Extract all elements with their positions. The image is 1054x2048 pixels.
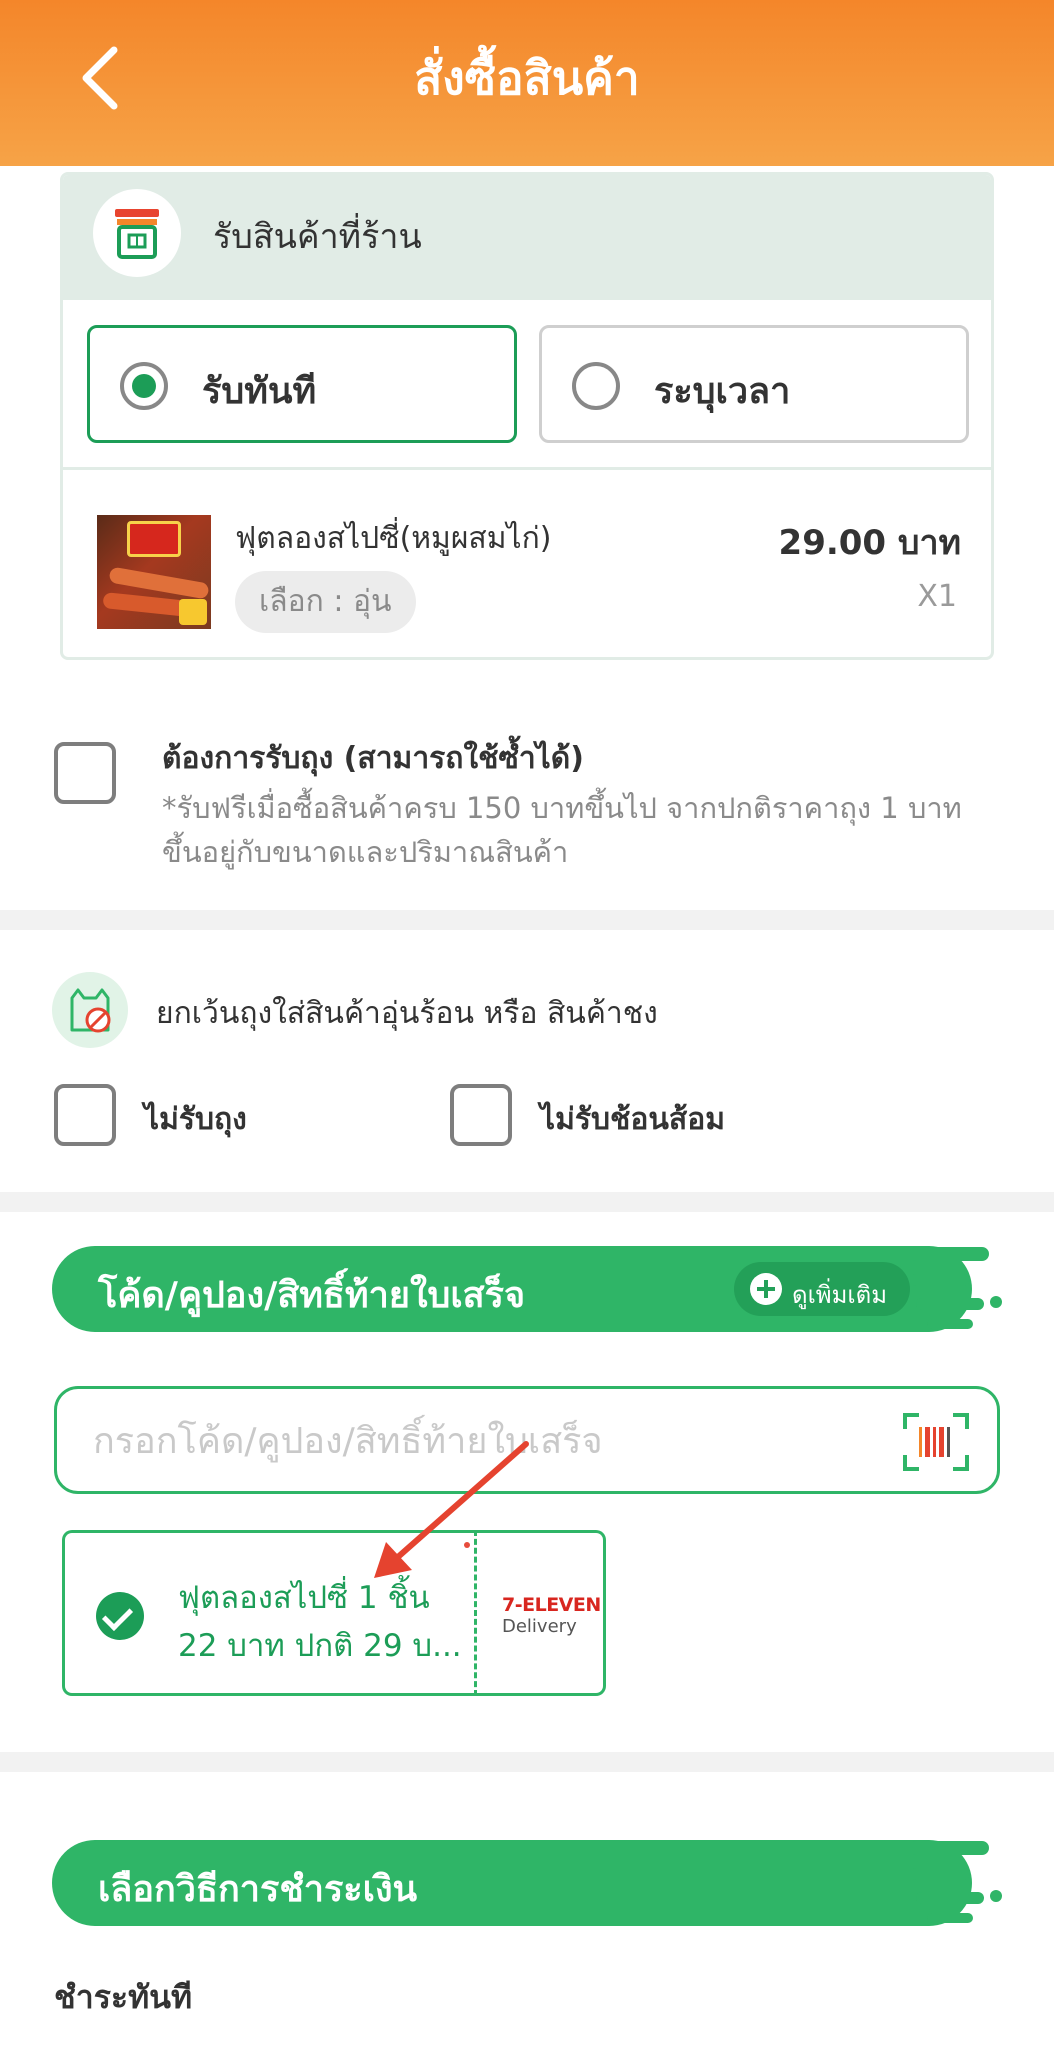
speed-lines-icon — [912, 1841, 1002, 1923]
section-divider — [0, 910, 1054, 930]
store-icon — [93, 189, 181, 277]
bag-checkbox[interactable] — [54, 742, 116, 804]
pickup-now-option[interactable]: รับทันที — [87, 325, 517, 443]
plus-icon — [750, 1273, 782, 1305]
coupon-section-title: โค้ด/คูปอง/สิทธิ์ท้ายใบเสร็จ — [98, 1275, 526, 1316]
bag-title: ต้องการรับถุง (สามารถใช้ซ้ำได้) — [162, 741, 584, 776]
no-cutlery-checkbox[interactable] — [450, 1084, 512, 1146]
see-more-button[interactable]: ดูเพิ่มเติม — [734, 1262, 910, 1316]
no-cutlery-label: ไม่รับช้อนส้อม — [540, 1102, 726, 1137]
pickup-header: รับสินค้าที่ร้าน — [63, 175, 991, 300]
coupon-section-header: โค้ด/คูปอง/สิทธิ์ท้ายใบเสร็จ ดูเพิ่มเติม — [52, 1246, 972, 1332]
no-bag-icon — [52, 972, 128, 1048]
delivery-logo-text: Delivery — [502, 1616, 577, 1637]
product-quantity: X1 — [917, 579, 957, 614]
speed-lines-icon — [912, 1247, 1002, 1329]
barcode-scan-icon[interactable] — [903, 1413, 969, 1471]
seven-eleven-logo: 7-ELEVEN — [502, 1594, 601, 1616]
pickup-now-label: รับทันที — [202, 371, 317, 412]
section-divider — [0, 1192, 1054, 1212]
payment-section-title: เลือกวิธีการชำระเงิน — [98, 1869, 418, 1910]
radio-selected-icon[interactable] — [120, 362, 168, 410]
product-option-badge: เลือก : อุ่น — [235, 571, 416, 633]
divider — [63, 467, 991, 470]
exception-text: ยกเว้นถุงใส่สินค้าอุ่นร้อน หรือ สินค้าชง — [156, 996, 658, 1031]
section-divider — [0, 1752, 1054, 1772]
pay-now-label[interactable]: ชำระทันที — [54, 1972, 192, 2023]
page-title: สั่งซื้อสินค้า — [414, 51, 640, 105]
check-circle-icon — [96, 1592, 144, 1640]
product-price: 29.00 บาท — [778, 523, 961, 563]
pickup-title: รับสินค้าที่ร้าน — [213, 217, 422, 257]
bag-note: *รับฟรีเมื่อซื้อสินค้าครบ 150 บาทขึ้นไป … — [162, 791, 962, 869]
pickup-schedule-option[interactable]: ระบุเวลา — [539, 325, 969, 443]
header-bar: สั่งซื้อสินค้า — [0, 0, 1054, 166]
no-bag-checkbox[interactable] — [54, 1084, 116, 1146]
radio-unselected-icon[interactable] — [572, 362, 620, 410]
coupon-price: 22 บาท ปกติ 29 บ... — [178, 1628, 462, 1664]
see-more-label: ดูเพิ่มเติม — [792, 1281, 888, 1309]
pickup-card: รับสินค้าที่ร้าน รับทันที ระบุเวลา ฟุตลอ… — [60, 172, 994, 660]
no-bag-label: ไม่รับถุง — [144, 1102, 247, 1137]
payment-section-header: เลือกวิธีการชำระเงิน — [52, 1840, 972, 1926]
product-image — [97, 515, 211, 629]
pickup-schedule-label: ระบุเวลา — [654, 371, 791, 412]
product-name: ฟุตลองสไปซี่(หมูผสมไก่) — [235, 521, 552, 556]
annotation-arrow-icon — [374, 1441, 529, 1578]
